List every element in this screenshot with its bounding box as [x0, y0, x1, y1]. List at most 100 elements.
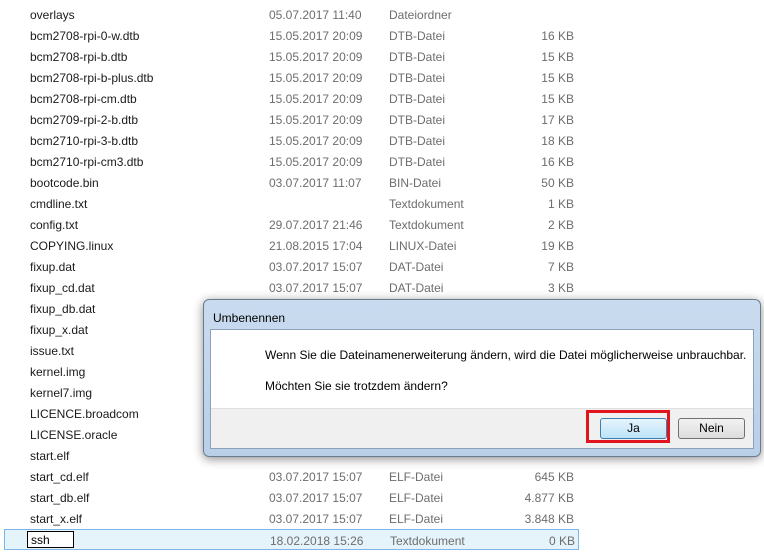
file-size: 1 KB [547, 197, 574, 211]
file-date: 03.07.2017 15:07 [269, 260, 363, 274]
file-date: 15.05.2017 20:09 [269, 50, 363, 64]
file-name: start_x.elf [30, 512, 83, 526]
file-date: 21.08.2015 17:04 [269, 239, 363, 253]
file-row[interactable]: bootcode.bin 03.07.2017 11:07 BIN-Datei 50 … [0, 172, 764, 193]
dialog-message: Wenn Sie die Dateinamenerweiterung änder… [265, 348, 747, 362]
file-row[interactable]: bcm2710-rpi-cm3.dtb 15.05.2017 20:09 DTB-D… [0, 151, 764, 172]
file-date: 15.05.2017 20:09 [269, 92, 363, 106]
file-date: 15.05.2017 20:09 [269, 134, 363, 148]
file-date: 03.07.2017 15:07 [269, 281, 363, 295]
file-size: 18 KB [541, 134, 574, 148]
file-size: 4.877 KB [524, 491, 574, 505]
file-row[interactable]: bcm2708-rpi-0-w.dtb 15.05.2017 20:09 DTB-D… [0, 25, 764, 46]
dialog-content: Wenn Sie die Dateinamenerweiterung änder… [211, 330, 753, 408]
dialog-title: Umbenennen [213, 311, 286, 325]
file-row[interactable]: start_x.elf 03.07.2017 15:07 ELF-Datei 3.84… [0, 508, 764, 529]
file-type: LINUX-Datei [389, 239, 457, 253]
file-date: 03.07.2017 15:07 [269, 470, 363, 484]
file-date: 15.05.2017 20:09 [269, 155, 363, 169]
file-size: 2 KB [547, 218, 574, 232]
file-name: start_cd.elf [30, 470, 89, 484]
file-size: 16 KB [541, 155, 574, 169]
file-row[interactable]: overlays 05.07.2017 11:40 Dateiordner [0, 4, 764, 25]
file-name: COPYING.linux [30, 239, 114, 253]
file-name: overlays [30, 8, 75, 22]
file-date: 15.05.2017 20:09 [269, 29, 363, 43]
file-type: DTB-Datei [389, 155, 446, 169]
file-name: LICENSE.oracle [30, 428, 118, 442]
no-button[interactable]: Nein [678, 418, 745, 439]
file-name: fixup.dat [30, 260, 76, 274]
file-date: 15.05.2017 20:09 [269, 113, 363, 127]
file-row[interactable]: start_db.elf 03.07.2017 15:07 ELF-Datei 4.8… [0, 487, 764, 508]
dialog-body: Wenn Sie die Dateinamenerweiterung änder… [210, 329, 754, 449]
file-size: 0 KB [548, 534, 575, 548]
file-name: bcm2708-rpi-b.dtb [30, 50, 128, 64]
file-type: ELF-Datei [389, 491, 444, 505]
file-name: bcm2710-rpi-cm3.dtb [30, 155, 144, 169]
file-row[interactable]: bcm2708-rpi-b-plus.dtb 15.05.2017 20:09 DT… [0, 67, 764, 88]
file-name: bootcode.bin [30, 176, 99, 190]
file-type: Dateiordner [389, 8, 452, 22]
file-date: 29.07.2017 21:46 [269, 218, 363, 232]
file-row[interactable]: config.txt 29.07.2017 21:46 Textdokument 2 … [0, 214, 764, 235]
file-type: BIN-Datei [389, 176, 442, 190]
rename-input[interactable] [27, 531, 74, 548]
file-size: 19 KB [541, 239, 574, 253]
file-type: DTB-Datei [389, 71, 446, 85]
file-name: cmdline.txt [30, 197, 88, 211]
file-size: 15 KB [541, 71, 574, 85]
file-name: bcm2708-rpi-0-w.dtb [30, 29, 140, 43]
file-type: DTB-Datei [389, 50, 446, 64]
highlight-box [586, 410, 670, 443]
file-name: fixup_db.dat [30, 302, 96, 316]
file-size: 3.848 KB [524, 512, 574, 526]
file-row[interactable]: bcm2710-rpi-3-b.dtb 15.05.2017 20:09 DTB-D… [0, 130, 764, 151]
file-name: fixup_x.dat [30, 323, 89, 337]
file-size: 3 KB [547, 281, 574, 295]
file-row[interactable]: cmdline.txt Textdokument 1 KB [0, 193, 764, 214]
file-type: DAT-Datei [389, 281, 444, 295]
file-row[interactable]: COPYING.linux 21.08.2015 17:04 LINUX-Datei… [0, 235, 764, 256]
file-row[interactable]: fixup_cd.dat 03.07.2017 15:07 DAT-Datei 3 K… [0, 277, 764, 298]
file-row[interactable]: start_cd.elf 03.07.2017 15:07 ELF-Datei 645… [0, 466, 764, 487]
file-date: 18.02.2018 15:26 [270, 534, 364, 548]
file-type: DAT-Datei [389, 260, 444, 274]
file-size: 15 KB [541, 92, 574, 106]
file-row[interactable]: bcm2708-rpi-b.dtb 15.05.2017 20:09 DTB-Dat… [0, 46, 764, 67]
file-name: LICENCE.broadcom [30, 407, 139, 421]
rename-dialog: Umbenennen Wenn Sie die Dateinamenerweit… [203, 299, 761, 457]
file-size: 645 KB [534, 470, 574, 484]
file-date: 03.07.2017 15:07 [269, 491, 363, 505]
file-type: ELF-Datei [389, 470, 444, 484]
file-name: bcm2708-rpi-cm.dtb [30, 92, 137, 106]
file-row[interactable]: bcm2708-rpi-cm.dtb 15.05.2017 20:09 DTB-Da… [0, 88, 764, 109]
file-name: start.elf [30, 449, 70, 463]
file-name: kernel.img [30, 365, 86, 379]
file-row[interactable]: fixup.dat 03.07.2017 15:07 DAT-Datei 7 KB [0, 256, 764, 277]
file-date: 05.07.2017 11:40 [269, 8, 362, 22]
file-size: 15 KB [541, 50, 574, 64]
file-type: DTB-Datei [389, 29, 446, 43]
file-size: 50 KB [541, 176, 574, 190]
file-name: issue.txt [30, 344, 75, 358]
file-type: DTB-Datei [389, 92, 446, 106]
file-type: Textdokument [389, 218, 464, 232]
file-type: DTB-Datei [389, 113, 446, 127]
dialog-footer: Ja Nein [211, 408, 753, 448]
file-type: DTB-Datei [389, 134, 446, 148]
file-size: 17 KB [541, 113, 574, 127]
file-date: 03.07.2017 11:07 [269, 176, 362, 190]
file-name: bcm2710-rpi-3-b.dtb [30, 134, 139, 148]
selected-file-row[interactable]: 18.02.2018 15:26 Textdokument 0 KB [4, 529, 579, 550]
file-name: bcm2709-rpi-2-b.dtb [30, 113, 139, 127]
file-name: fixup_cd.dat [30, 281, 95, 295]
file-date: 15.05.2017 20:09 [269, 71, 363, 85]
file-type: Textdokument [389, 197, 464, 211]
file-type: ELF-Datei [389, 512, 444, 526]
dialog-question: Möchten Sie sie trotzdem ändern? [265, 379, 448, 393]
file-name: config.txt [30, 218, 79, 232]
file-row[interactable]: bcm2709-rpi-2-b.dtb 15.05.2017 20:09 DTB-D… [0, 109, 764, 130]
file-name: kernel7.img [30, 386, 93, 400]
file-size: 7 KB [547, 260, 574, 274]
